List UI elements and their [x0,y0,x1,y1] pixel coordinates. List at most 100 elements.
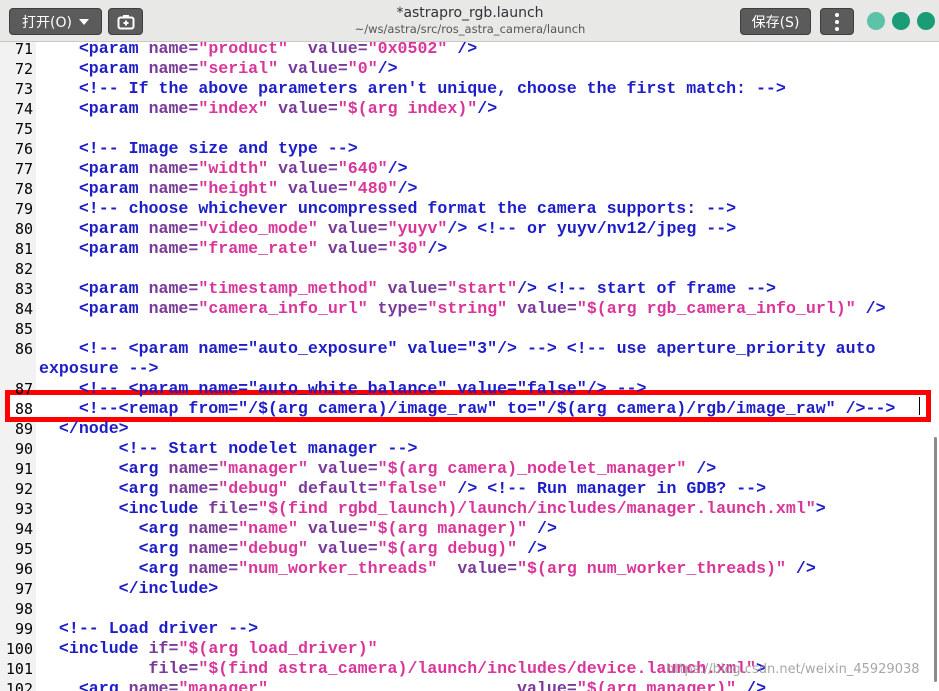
code-line[interactable]: 79 <!-- choose whichever uncompressed fo… [0,199,939,219]
code-text: <arg name="num_worker_threads" value="$(… [138,559,816,578]
line-number: 77 [14,160,33,178]
line-number: 93 [14,500,33,518]
code-text: <arg name="manager" value="$(arg manager… [78,679,767,691]
code-text: <param name="frame_rate" value="30"/> [78,239,448,258]
code-editor[interactable]: 71 <param name="product" value="0x0502" … [0,42,939,691]
code-line[interactable]: 93 <include file="$(find rgbd_launch)/la… [0,499,939,519]
code-text: <!-- <param name="auto_white_balance" va… [78,379,647,398]
line-number: 89 [14,420,33,438]
window-title-area: *astrapro_rgb.launch ~/ws/astra/src/ros_… [300,4,640,37]
code-line[interactable]: 95 <arg name="debug" value="$(arg debug)… [0,539,939,559]
code-line[interactable]: 75 [0,119,939,139]
code-text: file="$(find astra_camera)/launch/includ… [148,659,766,678]
line-number: 71 [14,42,33,58]
line-number: 87 [14,380,33,398]
code-text: <arg name="debug" default="false" /> <!-… [118,479,767,498]
line-number: 98 [14,600,33,618]
code-line[interactable]: 91 <arg name="manager" value="$(arg came… [0,459,939,479]
line-number: 78 [14,180,33,198]
line-number: 101 [5,660,33,678]
code-line[interactable]: 87 <!-- <param name="auto_white_balance"… [0,379,939,399]
new-document-icon [117,14,134,29]
code-text: <param name="width" value="640"/> [78,159,408,178]
code-line[interactable]: 99 <!-- Load driver --> [0,619,939,639]
code-line[interactable]: 102 <arg name="manager" value="$(arg man… [0,679,939,691]
code-line[interactable]: 96 <arg name="num_worker_threads" value=… [0,559,939,579]
chevron-down-icon [78,18,89,25]
code-text: <param name="index" value="$(arg index)"… [78,99,498,118]
line-number: 97 [14,580,33,598]
code-line[interactable]: 81 <param name="frame_rate" value="30"/> [0,239,939,259]
save-button-label: 保存(S) [751,14,800,31]
code-text: <!-- Load driver --> [39,619,259,638]
code-line[interactable]: 74 <param name="index" value="$(arg inde… [0,99,939,119]
code-line[interactable]: 86 <!-- <param name="auto_exposure" valu… [0,339,939,359]
maximize-button[interactable] [892,12,910,30]
watermark: https://blog.csdn.net/weixin_45929038 [666,662,920,677]
line-number: 94 [14,520,33,538]
code-line[interactable]: 80 <param name="video_mode" value="yuyv"… [0,219,939,239]
highlighted-code-line[interactable]: 88 <!--<remap from="/$(arg camera)/image… [0,399,939,419]
code-line[interactable]: 73 <!-- If the above parameters aren't u… [0,79,939,99]
line-number: 102 [5,680,33,691]
code-text: <!--<remap from="/$(arg camera)/image_ra… [39,399,896,418]
line-number: 81 [14,240,33,258]
code-text: <param name="timestamp_method" value="st… [78,279,776,298]
close-button[interactable] [917,12,935,30]
line-number: 76 [14,140,33,158]
line-number: 88 [14,400,33,418]
open-button[interactable]: 打开(O) [9,8,102,35]
code-line[interactable]: 89 </node> [0,419,939,439]
new-document-button[interactable] [108,8,143,35]
code-line[interactable]: 97 </include> [0,579,939,599]
vertical-scrollbar[interactable] [934,437,937,682]
open-button-label: 打开(O) [22,14,72,31]
code-text: <!-- Image size and type --> [39,139,358,158]
text-cursor [919,397,920,415]
menu-icon [835,12,839,17]
line-number: 85 [14,320,33,338]
code-line[interactable]: 83 <param name="timestamp_method" value=… [0,279,939,299]
code-line[interactable]: 72 <param name="serial" value="0"/> [0,59,939,79]
header-bar: 打开(O) *astrapro_rgb.launch ~/ws/astra/sr… [0,0,939,42]
window-title: *astrapro_rgb.launch [396,5,544,21]
code-line[interactable]: 82 [0,259,939,279]
code-text: <!-- Start nodelet manager --> [39,439,418,458]
code-text: <param name="video_mode" value="yuyv"/> … [78,219,737,238]
save-button[interactable]: 保存(S) [740,8,811,35]
code-line[interactable]: 84 <param name="camera_info_url" type="s… [0,299,939,319]
line-number: 91 [14,460,33,478]
code-line[interactable]: 94 <arg name="name" value="$(arg manager… [0,519,939,539]
code-text: </node> [58,419,129,438]
code-line[interactable]: 92 <arg name="debug" default="false" /> … [0,479,939,499]
line-number: 79 [14,200,33,218]
code-text: <arg name="debug" value="$(arg debug)" /… [138,539,547,558]
code-text: <arg name="manager" value="$(arg camera)… [118,459,717,478]
minimize-button[interactable] [867,12,885,30]
line-number: 84 [14,300,33,318]
line-number: 74 [14,100,33,118]
code-text: <arg name="name" value="$(arg manager)" … [138,519,557,538]
code-line[interactable]: 76 <!-- Image size and type --> [0,139,939,159]
file-path: ~/ws/astra/src/ros_astra_camera/launch [354,22,586,36]
code-line[interactable]: 71 <param name="product" value="0x0502" … [0,42,939,59]
code-line[interactable]: 77 <param name="width" value="640"/> [0,159,939,179]
code-line[interactable]: 78 <param name="height" value="480"/> [0,179,939,199]
line-number: 95 [14,540,33,558]
code-text: <param name="camera_info_url" type="stri… [78,299,886,318]
code-line[interactable]: 85 [0,319,939,339]
line-number: 100 [5,640,33,658]
code-text: exposure --> [39,359,159,378]
code-text: <include if="$(arg load_driver)" [58,639,378,658]
line-number: 99 [14,620,33,638]
code-line[interactable]: 90 <!-- Start nodelet manager --> [0,439,939,459]
code-text: <!-- If the above parameters aren't uniq… [39,79,786,98]
code-text: </include> [118,579,219,598]
code-line[interactable]: 100 <include if="$(arg load_driver)" [0,639,939,659]
line-number: 86 [14,340,33,358]
menu-button[interactable] [820,8,854,35]
line-number: 83 [14,280,33,298]
code-line[interactable]: exposure --> [0,359,939,379]
code-text: <!-- <param name="auto_exposure" value="… [78,339,876,358]
code-line[interactable]: 98 [0,599,939,619]
